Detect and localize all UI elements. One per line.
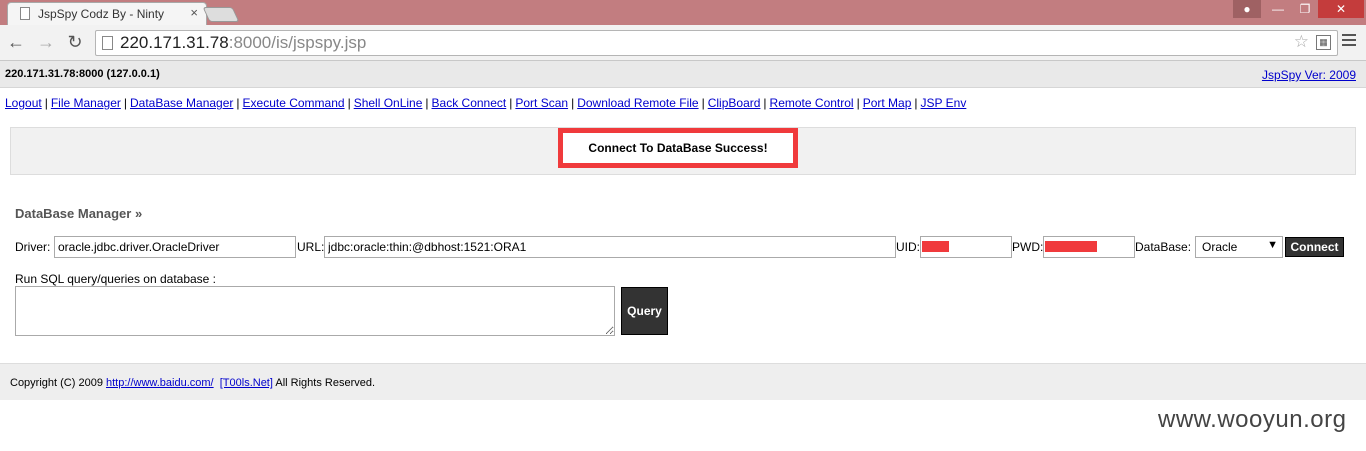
- nav-separator: |: [509, 96, 513, 110]
- nav-clipboard[interactable]: ClipBoard: [708, 96, 761, 110]
- driver-label: Driver:: [15, 240, 51, 254]
- main-nav: Logout | File Manager | DataBase Manager | Exe…: [5, 96, 966, 110]
- sql-label: Run SQL query/queries on database :: [15, 272, 217, 286]
- page-icon: [20, 7, 30, 20]
- nav-execute-command[interactable]: Execute Command: [243, 96, 345, 110]
- url-label: URL:: [297, 240, 325, 254]
- copyright-text: Copyright (C) 2009 http://www.baidu.com/…: [10, 377, 375, 389]
- baidu-link[interactable]: http://www.baidu.com/: [106, 377, 214, 389]
- hamburger-menu-icon[interactable]: [1342, 34, 1356, 49]
- redaction-mark: [1045, 241, 1097, 252]
- minimize-button[interactable]: —: [1264, 0, 1292, 18]
- browser-titlebar: JspSpy Codz By - Ninty × ● — ❐ ✕: [0, 0, 1366, 25]
- url-input[interactable]: [324, 236, 896, 258]
- close-tab-icon[interactable]: ×: [190, 5, 198, 20]
- nav-remote-control[interactable]: Remote Control: [770, 96, 854, 110]
- t00ls-link[interactable]: [T00ls.Net]: [220, 377, 273, 389]
- nav-logout[interactable]: Logout: [5, 96, 42, 110]
- url-path: :8000/is/jspspy.jsp: [228, 33, 367, 52]
- nav-separator: |: [701, 96, 705, 110]
- query-button[interactable]: Query: [621, 287, 668, 335]
- window-close-button[interactable]: ✕: [1318, 0, 1364, 18]
- nav-file-manager[interactable]: File Manager: [51, 96, 121, 110]
- database-selected: Oracle: [1202, 240, 1238, 254]
- nav-separator: |: [571, 96, 575, 110]
- bookmark-star-icon[interactable]: ☆: [1294, 32, 1309, 52]
- nav-separator: |: [763, 96, 767, 110]
- dropdown-caret-icon: ▼: [1267, 239, 1278, 251]
- nav-separator: |: [123, 96, 127, 110]
- forward-arrow-icon[interactable]: →: [35, 32, 57, 52]
- nav-separator: |: [856, 96, 860, 110]
- nav-port-scan[interactable]: Port Scan: [515, 96, 568, 110]
- page-content: 220.171.31.78:8000 (127.0.0.1) JspSpy Ve…: [0, 61, 1366, 451]
- browser-tab[interactable]: JspSpy Codz By - Ninty ×: [7, 2, 207, 25]
- nav-shell-online[interactable]: Shell OnLine: [354, 96, 423, 110]
- watermark: www.wooyun.org: [1158, 406, 1347, 433]
- sql-textarea[interactable]: [15, 286, 615, 336]
- tab-title: JspSpy Codz By - Ninty: [38, 7, 165, 21]
- extension-icon[interactable]: ▦: [1316, 35, 1331, 50]
- nav-port-map[interactable]: Port Map: [863, 96, 912, 110]
- reload-icon[interactable]: ↻: [64, 32, 86, 52]
- document-icon: [102, 36, 113, 50]
- database-label: DataBase:: [1135, 240, 1192, 254]
- version-link[interactable]: JspSpy Ver: 2009: [1262, 68, 1356, 82]
- copyright-prefix: Copyright (C) 2009: [10, 377, 103, 389]
- database-select[interactable]: Oracle ▼: [1195, 236, 1283, 258]
- success-message: Connect To DataBase Success!: [558, 128, 798, 168]
- pwd-label: PWD:: [1012, 240, 1044, 254]
- new-tab-button[interactable]: [202, 7, 240, 22]
- maximize-button[interactable]: ❐: [1291, 0, 1319, 18]
- copyright-suffix: All Rights Reserved.: [275, 377, 376, 389]
- nav-separator: |: [914, 96, 918, 110]
- message-area: Connect To DataBase Success!: [10, 127, 1356, 175]
- back-arrow-icon[interactable]: ←: [5, 32, 27, 52]
- connect-button[interactable]: Connect: [1285, 237, 1344, 257]
- url-host: 220.171.31.78: [120, 33, 229, 52]
- host-info: 220.171.31.78:8000 (127.0.0.1): [5, 68, 160, 80]
- browser-toolbar: ← → ↻ 220.171.31.78:8000/is/jspspy.jsp ☆…: [0, 25, 1366, 61]
- address-bar[interactable]: 220.171.31.78:8000/is/jspspy.jsp ☆ ▦: [95, 30, 1338, 56]
- user-icon[interactable]: ●: [1233, 0, 1261, 18]
- nav-separator: |: [236, 96, 240, 110]
- url-text[interactable]: 220.171.31.78:8000/is/jspspy.jsp: [120, 33, 366, 53]
- nav-download-remote-file[interactable]: Download Remote File: [577, 96, 698, 110]
- nav-database-manager[interactable]: DataBase Manager: [130, 96, 233, 110]
- nav-back-connect[interactable]: Back Connect: [432, 96, 507, 110]
- footer: Copyright (C) 2009 http://www.baidu.com/…: [0, 363, 1366, 400]
- uid-label: UID:: [896, 240, 920, 254]
- connection-form: Driver: URL: UID: PWD: DataBase: Oracle …: [15, 235, 1355, 258]
- nav-separator: |: [347, 96, 351, 110]
- section-title: DataBase Manager »: [15, 206, 143, 221]
- driver-input[interactable]: [54, 236, 296, 258]
- nav-separator: |: [44, 96, 48, 110]
- host-bar: 220.171.31.78:8000 (127.0.0.1) JspSpy Ve…: [0, 61, 1366, 88]
- nav-jsp-env[interactable]: JSP Env: [921, 96, 967, 110]
- redaction-mark: [922, 241, 949, 252]
- nav-separator: |: [425, 96, 429, 110]
